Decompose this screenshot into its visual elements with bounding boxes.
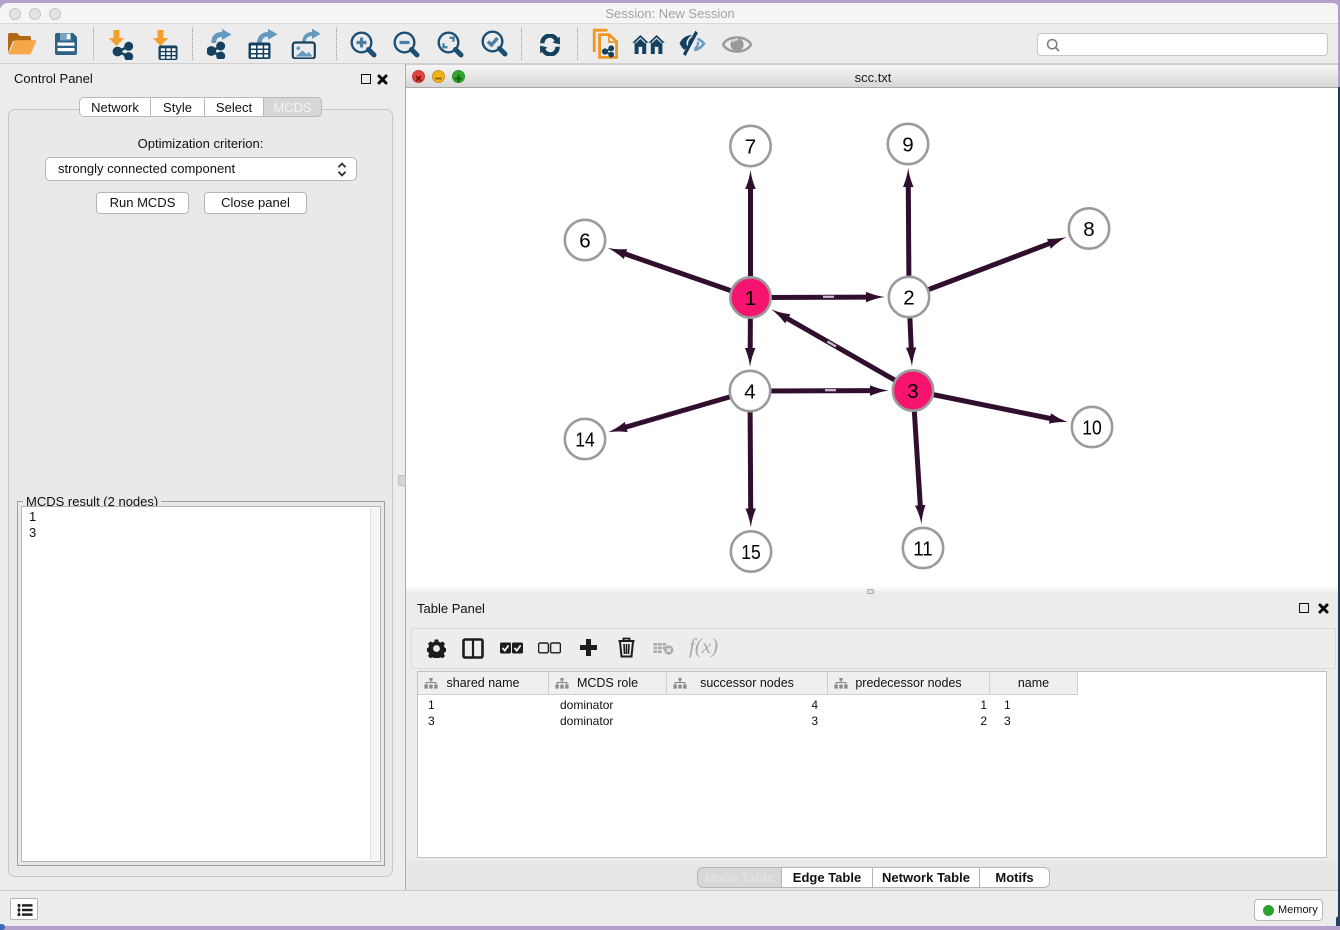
svg-text:6: 6 (579, 230, 590, 253)
svg-text:8: 8 (1083, 218, 1094, 241)
svg-text:7: 7 (745, 136, 756, 159)
svg-text:1: 1 (745, 287, 756, 310)
svg-text:9: 9 (902, 134, 913, 157)
svg-text:15: 15 (741, 541, 761, 564)
svg-text:2: 2 (903, 287, 914, 310)
svg-text:10: 10 (1082, 417, 1102, 440)
svg-text:14: 14 (575, 429, 595, 452)
svg-text:11: 11 (913, 538, 933, 561)
svg-text:4: 4 (744, 381, 755, 404)
svg-text:3: 3 (907, 380, 918, 403)
